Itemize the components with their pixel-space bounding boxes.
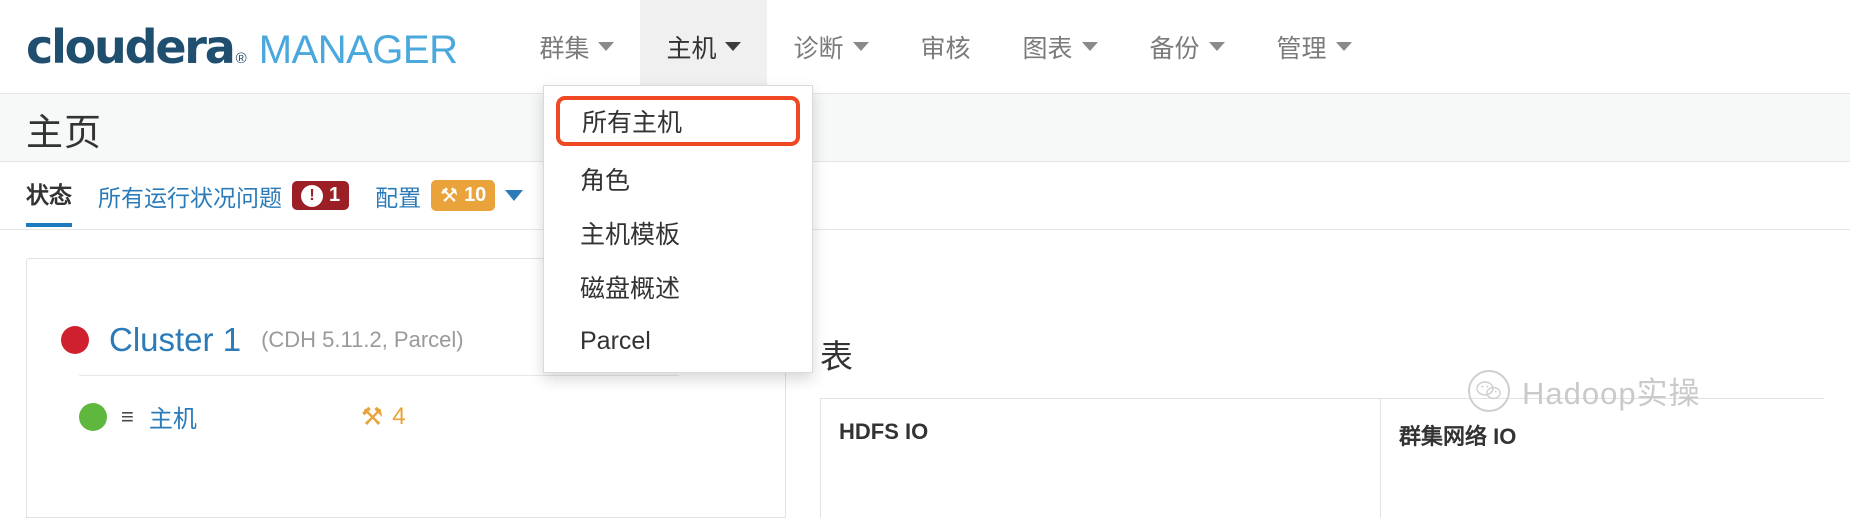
cluster-version-meta: (CDH 5.11.2, Parcel) — [261, 327, 464, 352]
nav-item-label: 备份 — [1149, 34, 1200, 63]
menu-item-label: 磁盘概述 — [580, 275, 681, 303]
chart-label: 群集网络 IO — [1399, 424, 1517, 449]
wechat-watermark: Hadoop实操 — [1468, 368, 1701, 413]
chart-label: HDFS IO — [839, 419, 929, 444]
nav-item-audits[interactable]: 审核 — [895, 0, 997, 94]
health-issues-badge[interactable]: ! 1 — [292, 181, 350, 210]
chevron-down-icon — [1335, 42, 1352, 51]
wrench-icon: ⚒ — [440, 185, 459, 207]
chart-cell-cluster-network-io[interactable]: 群集网络 IO — [1380, 398, 1824, 518]
chevron-down-icon — [852, 42, 869, 51]
nav-item-label: 诊断 — [793, 34, 844, 63]
menu-item-label: Parcel — [580, 326, 651, 355]
chevron-down-icon — [1208, 42, 1225, 51]
cluster-name-link[interactable]: Cluster 1 — [109, 321, 241, 359]
nav-item-clusters[interactable]: 群集 — [513, 0, 640, 94]
menu-item-host-templates[interactable]: 主机模板 — [544, 206, 812, 260]
hosts-dropdown-menu: 所有主机 角色 主机模板 磁盘概述 Parcel — [543, 85, 813, 373]
cluster-header-row: Cluster 1 (CDH 5.11.2, Parcel) — [61, 321, 464, 359]
charts-section-title: 表 — [820, 338, 853, 375]
health-issues-group: 所有运行状况问题 ! 1 — [98, 179, 350, 213]
logo-cloudera-text: cloudera — [26, 19, 236, 74]
menu-item-label: 所有主机 — [582, 109, 683, 137]
nav-item-charts[interactable]: 图表 — [997, 0, 1124, 94]
main-navigation: 群集 主机 诊断 审核 图表 备份 管理 — [513, 0, 1377, 94]
configuration-link[interactable]: 配置 — [375, 179, 421, 213]
registered-mark-icon: ® — [235, 49, 247, 67]
nav-item-administration[interactable]: 管理 — [1251, 0, 1378, 94]
hosts-status-dot-icon — [79, 402, 107, 431]
card-divider — [79, 375, 679, 376]
cluster-hosts-row: ≡ 主机 ⚒ 4 — [79, 399, 406, 434]
hosts-config-badge[interactable]: ⚒ 4 — [361, 402, 406, 432]
menu-item-all-hosts[interactable]: 所有主机 — [556, 96, 800, 146]
nav-item-hosts[interactable]: 主机 — [640, 0, 768, 94]
wrench-icon: ⚒ — [360, 402, 384, 431]
configuration-group: 配置 ⚒ 10 — [375, 179, 524, 213]
page-title: 主页 — [26, 112, 102, 153]
nav-item-backup[interactable]: 备份 — [1124, 0, 1251, 94]
app-header: cloudera ® MANAGER 群集 主机 诊断 审核 图表 备份 管理 — [0, 0, 1850, 94]
tab-status[interactable]: 状态 — [26, 164, 72, 227]
list-icon: ≡ — [121, 403, 135, 429]
menu-item-label: 主机模板 — [580, 221, 681, 249]
nav-item-label: 图表 — [1022, 34, 1073, 63]
alert-icon: ! — [301, 184, 323, 207]
page-tab-bar: 状态 所有运行状况问题 ! 1 配置 ⚒ 10 — [0, 162, 1850, 230]
configuration-badge[interactable]: ⚒ 10 — [431, 180, 496, 211]
chevron-down-icon — [725, 42, 742, 51]
cloudera-manager-logo[interactable]: cloudera ® MANAGER — [26, 19, 458, 74]
configuration-count: 10 — [464, 184, 487, 206]
health-issues-count: 1 — [329, 184, 341, 206]
chevron-down-icon — [1081, 42, 1098, 51]
menu-item-parcels[interactable]: Parcel — [544, 314, 812, 368]
hosts-link[interactable]: 主机 — [149, 399, 197, 434]
chart-cell-hdfs-io[interactable]: HDFS IO — [820, 398, 1380, 518]
hosts-config-count: 4 — [392, 402, 406, 430]
nav-item-label: 审核 — [920, 34, 971, 63]
menu-item-label: 角色 — [580, 167, 631, 195]
chevron-down-icon[interactable] — [505, 190, 524, 201]
app-root: cloudera ® MANAGER 群集 主机 诊断 审核 图表 备份 管理 … — [0, 0, 1850, 518]
menu-item-disks-overview[interactable]: 磁盘概述 — [544, 260, 812, 314]
nav-item-label: 群集 — [539, 34, 590, 63]
watermark-text: Hadoop实操 — [1522, 376, 1701, 411]
nav-item-diagnostics[interactable]: 诊断 — [767, 0, 894, 94]
health-issues-link[interactable]: 所有运行状况问题 — [98, 179, 282, 213]
nav-item-label: 主机 — [666, 34, 717, 63]
page-title-band: 主页 — [0, 94, 1850, 162]
cluster-status-dot-icon — [61, 326, 89, 354]
nav-item-label: 管理 — [1276, 34, 1327, 63]
menu-item-roles[interactable]: 角色 — [544, 152, 812, 206]
logo-manager-text: MANAGER — [258, 27, 458, 72]
wechat-icon — [1468, 369, 1510, 412]
chevron-down-icon — [598, 42, 615, 51]
